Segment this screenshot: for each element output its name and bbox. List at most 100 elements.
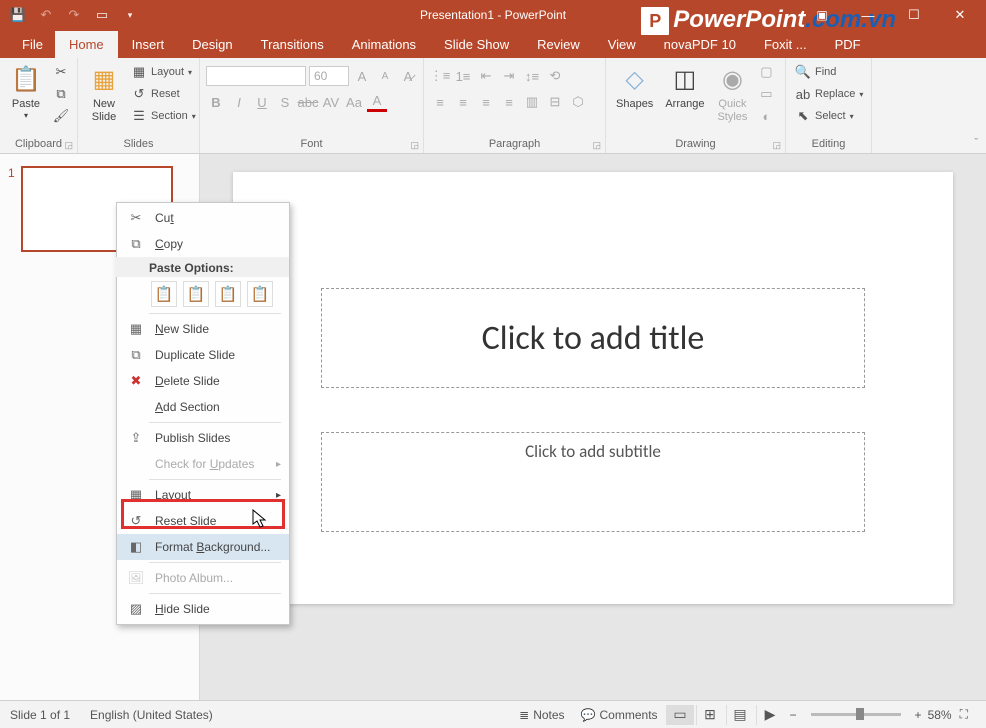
cut-icon: ✂ (53, 64, 69, 80)
numbering-icon[interactable]: 1≡ (453, 66, 473, 86)
reading-view-icon[interactable]: ▤ (726, 705, 754, 725)
ctx-publish-slides[interactable]: ⇪Publish Slides (117, 425, 289, 451)
redo-icon[interactable]: ↷ (66, 7, 82, 23)
select-icon: ⬉ (795, 108, 811, 124)
shape-effects-icon[interactable]: ◐ (756, 106, 776, 126)
subtitle-placeholder[interactable]: Click to add subtitle (321, 432, 865, 532)
ctx-new-slide[interactable]: ▦New Slide (117, 316, 289, 342)
qat-dropdown-icon[interactable]: ▾ (122, 7, 138, 23)
ctx-delete-slide[interactable]: ✖Delete Slide (117, 368, 289, 394)
reset-button[interactable]: ↺Reset (128, 84, 199, 104)
grow-font-icon[interactable]: A (352, 66, 372, 86)
layout-button[interactable]: ▦Layout▾ (128, 62, 199, 82)
zoom-out-icon[interactable]: − (784, 708, 803, 722)
font-size-input[interactable]: 60 (309, 66, 349, 86)
save-icon[interactable]: 💾 (10, 7, 26, 23)
bullets-icon[interactable]: ⋮≡ (430, 66, 450, 86)
increase-indent-icon[interactable]: ⇥ (499, 66, 519, 86)
cut-button[interactable]: ✂ (50, 62, 72, 82)
slide-canvas[interactable]: Click to add title Click to add subtitle (200, 154, 986, 700)
start-from-beginning-icon[interactable]: ▭ (94, 7, 110, 23)
change-case-icon[interactable]: Aa (344, 92, 364, 112)
align-center-icon[interactable]: ≡ (453, 92, 473, 112)
copy-icon: ⧉ (127, 235, 145, 253)
replace-button[interactable]: abReplace▾ (792, 84, 866, 104)
ctx-duplicate-slide[interactable]: ⧉Duplicate Slide (117, 342, 289, 368)
align-left-icon[interactable]: ≡ (430, 92, 450, 112)
ctx-layout[interactable]: ▦Layout▸ (117, 482, 289, 508)
normal-view-icon[interactable]: ▭ (666, 705, 694, 725)
align-text-icon[interactable]: ⊟ (545, 92, 565, 112)
tab-file[interactable]: File (10, 31, 55, 58)
maximize-button[interactable]: ☐ (894, 2, 934, 28)
dialog-launcher-icon[interactable]: ◲ (410, 140, 419, 151)
paste-picture-icon[interactable]: 📋 (215, 281, 241, 307)
copy-button[interactable]: ⧉ (50, 84, 72, 104)
strikethrough-icon[interactable]: abc (298, 92, 318, 112)
ctx-copy[interactable]: ⧉Copy (117, 231, 289, 257)
shadow-icon[interactable]: S (275, 92, 295, 112)
format-painter-button[interactable]: 🖌 (50, 106, 72, 126)
underline-icon[interactable]: U (252, 92, 272, 112)
smartart-icon[interactable]: ⬡ (568, 92, 588, 112)
select-button[interactable]: ⬉Select▾ (792, 106, 866, 126)
zoom-slider[interactable] (811, 713, 901, 716)
dialog-launcher-icon[interactable]: ◲ (772, 140, 781, 151)
notes-button[interactable]: ≣Notes (511, 708, 572, 722)
section-button[interactable]: ☰Section▾ (128, 106, 199, 126)
slide[interactable]: Click to add title Click to add subtitle (233, 172, 953, 604)
new-slide-button[interactable]: ▦ New Slide (84, 62, 124, 126)
decrease-indent-icon[interactable]: ⇤ (476, 66, 496, 86)
tab-review[interactable]: Review (523, 31, 594, 58)
dialog-launcher-icon[interactable]: ◲ (64, 140, 73, 151)
zoom-level[interactable]: 58% (928, 708, 952, 722)
text-direction-icon[interactable]: ⟲ (545, 66, 565, 86)
paste-button[interactable]: 📋 Paste ▾ (6, 62, 46, 123)
collapse-ribbon-icon[interactable]: ˇ (974, 137, 978, 149)
dialog-launcher-icon[interactable]: ◲ (592, 140, 601, 151)
tab-insert[interactable]: Insert (118, 31, 179, 58)
font-name-input[interactable] (206, 66, 306, 86)
layout-icon: ▦ (131, 64, 147, 80)
tab-animations[interactable]: Animations (338, 31, 430, 58)
clear-formatting-icon[interactable]: A̷ (398, 66, 418, 86)
arrange-button[interactable]: ◫Arrange (661, 62, 708, 113)
fit-to-window-icon[interactable]: ⛶ (952, 707, 976, 722)
title-placeholder[interactable]: Click to add title (321, 288, 865, 388)
slide-sorter-icon[interactable]: ⊞ (696, 705, 724, 725)
shape-fill-icon[interactable]: ▢ (756, 62, 776, 82)
paste-keep-source-icon[interactable]: 📋 (183, 281, 209, 307)
shapes-button[interactable]: ◇Shapes (612, 62, 657, 113)
tab-design[interactable]: Design (178, 31, 246, 58)
paste-text-only-icon[interactable]: 📋 (247, 281, 273, 307)
undo-icon[interactable]: ↶ (38, 7, 54, 23)
shrink-font-icon[interactable]: A (375, 66, 395, 86)
shape-outline-icon[interactable]: ▭ (756, 84, 776, 104)
font-color-icon[interactable]: A (367, 92, 387, 112)
line-spacing-icon[interactable]: ↕≡ (522, 66, 542, 86)
comments-button[interactable]: 💬Comments (573, 708, 666, 722)
char-spacing-icon[interactable]: AV (321, 92, 341, 112)
ctx-format-background[interactable]: ◧Format Background... (117, 534, 289, 560)
columns-icon[interactable]: ▥ (522, 92, 542, 112)
slideshow-view-icon[interactable]: ▶ (756, 705, 784, 725)
ctx-add-section[interactable]: Add Section (117, 394, 289, 420)
zoom-in-icon[interactable]: + (909, 708, 928, 722)
quick-styles-button[interactable]: ◉Quick Styles (712, 62, 752, 126)
close-button[interactable]: ✕ (940, 2, 980, 28)
align-right-icon[interactable]: ≡ (476, 92, 496, 112)
ctx-cut[interactable]: ✂Cut (117, 205, 289, 231)
tab-slideshow[interactable]: Slide Show (430, 31, 523, 58)
ctx-check-updates: Check for Updates▸ (117, 451, 289, 477)
paste-destination-theme-icon[interactable]: 📋 (151, 281, 177, 307)
justify-icon[interactable]: ≡ (499, 92, 519, 112)
ctx-hide-slide[interactable]: ▨Hide Slide (117, 596, 289, 622)
find-button[interactable]: 🔍Find (792, 62, 866, 82)
tab-home[interactable]: Home (55, 31, 118, 58)
minimize-button[interactable]: — (848, 2, 888, 28)
status-language[interactable]: English (United States) (90, 708, 213, 722)
ribbon-display-icon[interactable]: ▣ (802, 2, 842, 28)
italic-icon[interactable]: I (229, 92, 249, 112)
tab-transitions[interactable]: Transitions (247, 31, 338, 58)
bold-icon[interactable]: B (206, 92, 226, 112)
